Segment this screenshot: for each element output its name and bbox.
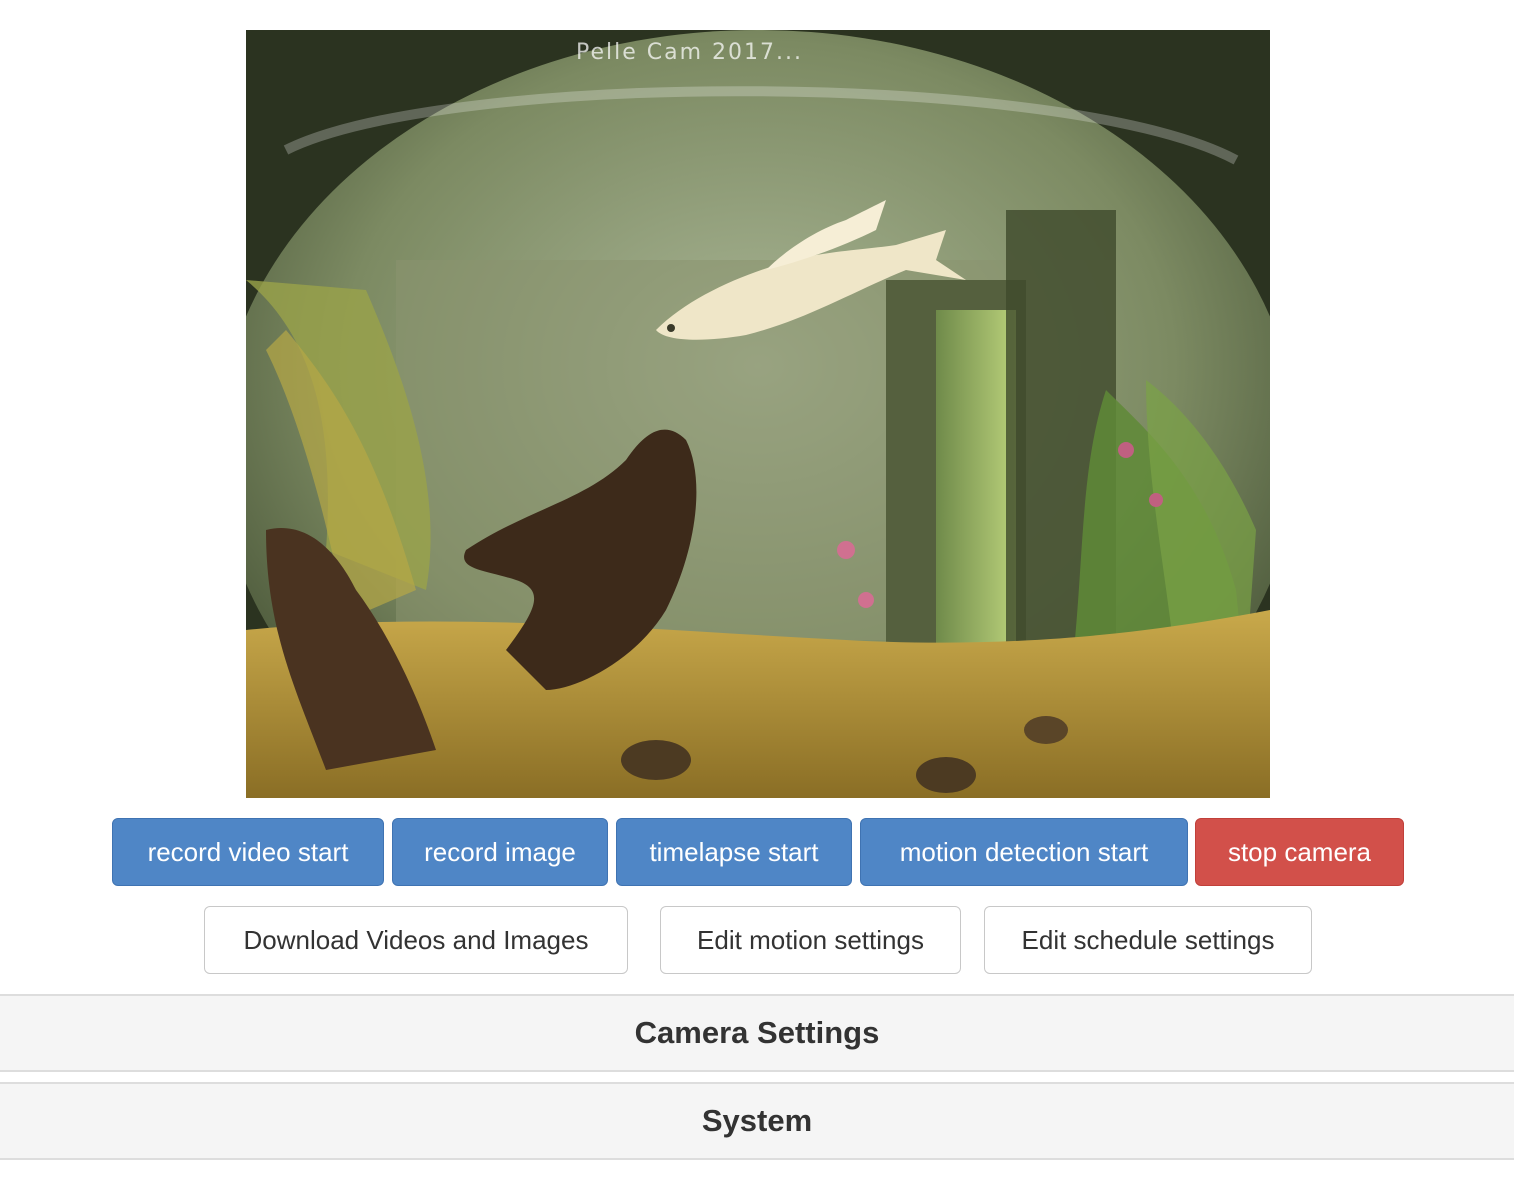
camera-settings-title: Camera Settings xyxy=(634,1015,880,1050)
motion-detection-start-button[interactable]: motion detection start xyxy=(860,818,1188,886)
timelapse-start-button[interactable]: timelapse start xyxy=(616,818,852,886)
download-videos-images-button[interactable]: Download Videos and Images xyxy=(204,906,628,974)
camera-settings-panel[interactable]: Camera Settings xyxy=(0,994,1514,1072)
page: Pelle Cam 2017... record video start rec… xyxy=(0,0,1514,1178)
record-image-button[interactable]: record image xyxy=(392,818,608,886)
timestamp-overlay: Pelle Cam 2017... xyxy=(576,40,804,65)
camera-preview-image xyxy=(246,30,1270,798)
system-panel[interactable]: System xyxy=(0,1082,1514,1160)
edit-schedule-settings-button[interactable]: Edit schedule settings xyxy=(984,906,1312,974)
stop-camera-button[interactable]: stop camera xyxy=(1195,818,1404,886)
system-title: System xyxy=(701,1103,813,1138)
camera-preview: Pelle Cam 2017... xyxy=(246,30,1270,798)
edit-motion-settings-button[interactable]: Edit motion settings xyxy=(660,906,961,974)
record-video-start-button[interactable]: record video start xyxy=(112,818,384,886)
